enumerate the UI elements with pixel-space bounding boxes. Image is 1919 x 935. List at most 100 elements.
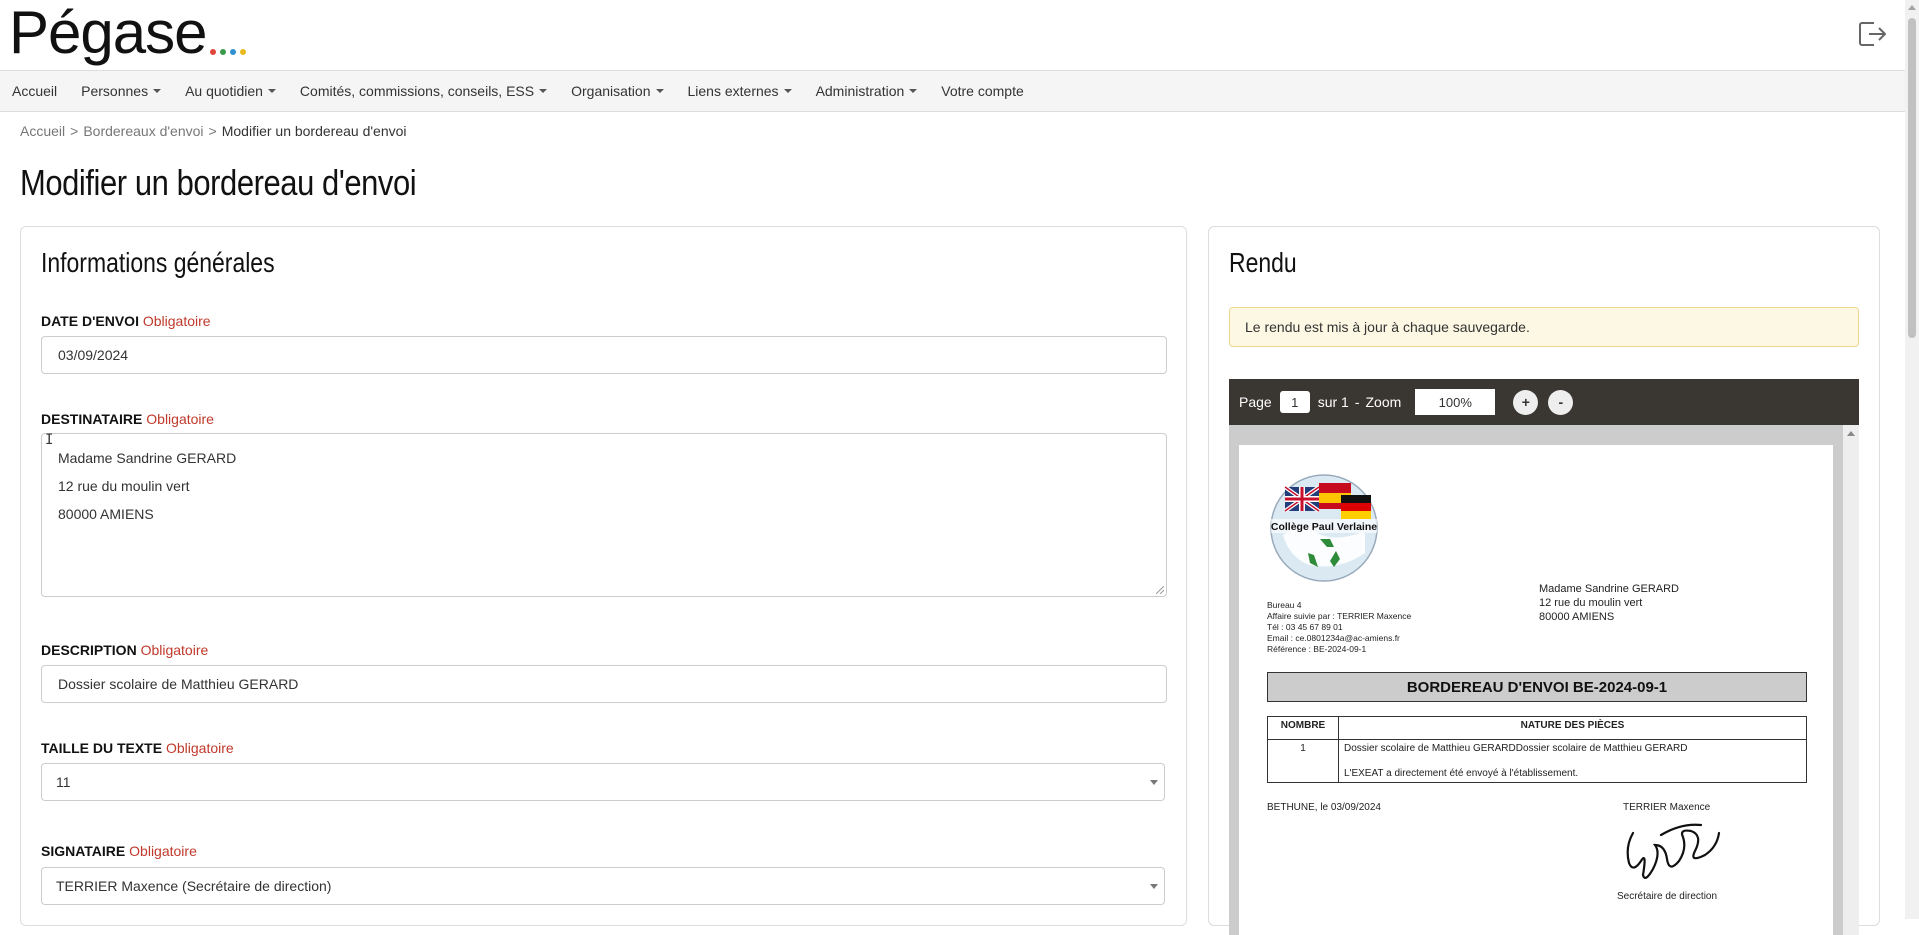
- breadcrumb-current: Modifier un bordereau d'envoi: [221, 123, 407, 139]
- breadcrumb: Accueil > Bordereaux d'envoi > Modifier un b…: [20, 123, 407, 139]
- page-label: Page: [1239, 394, 1272, 410]
- pdf-viewer[interactable]: Collège Paul Verlaine Madame Sandrine GE…: [1229, 425, 1859, 935]
- general-info-panel: Informations générales DATE D'ENVOI Obli…: [20, 226, 1187, 926]
- nav-item-label: Personnes: [81, 83, 149, 99]
- description-value: Dossier scolaire de Matthieu GERARD: [58, 676, 299, 692]
- description-input[interactable]: Dossier scolaire de Matthieu GERARD: [41, 665, 1167, 703]
- caret-down-icon: [783, 89, 792, 93]
- logo-dot: [229, 49, 236, 55]
- nav-item-7[interactable]: Votre compte: [929, 83, 1036, 99]
- logo-dot: [239, 49, 246, 55]
- nav-item-1[interactable]: Personnes: [69, 83, 173, 99]
- chevron-down-icon: [1150, 780, 1158, 785]
- app-logo[interactable]: Pégase: [9, 0, 246, 66]
- caret-down-icon: [153, 89, 162, 93]
- nav-item-6[interactable]: Administration: [804, 83, 930, 99]
- nav-item-4[interactable]: Organisation: [559, 83, 675, 99]
- nav-item-2[interactable]: Au quotidien: [173, 83, 288, 99]
- nav-item-label: Accueil: [12, 83, 58, 99]
- scroll-up-icon[interactable]: [1908, 5, 1916, 10]
- nav-item-label: Administration: [815, 83, 905, 99]
- resize-handle-icon[interactable]: [1156, 586, 1164, 594]
- doc-info-line: Référence : BE-2024-09-1: [1267, 644, 1367, 654]
- date-value: 03/09/2024: [58, 347, 129, 363]
- table-header-count: NOMBRE: [1267, 716, 1339, 740]
- breadcrumb-home[interactable]: Accueil: [20, 123, 65, 139]
- recipient-textarea[interactable]: Madame Sandrine GERARD 12 rue du moulin …: [41, 433, 1167, 597]
- caret-down-icon: [655, 89, 664, 93]
- table-cell-count: 1: [1267, 739, 1339, 783]
- page-scrollbar[interactable]: [1905, 0, 1919, 919]
- render-panel: Rendu Le rendu est mis à jour à chaque s…: [1208, 226, 1880, 935]
- description-label: DESCRIPTION Obligatoire: [41, 642, 208, 658]
- panel-title: Informations générales: [41, 247, 275, 278]
- text-size-label-text: TAILLE DU TEXTE: [41, 740, 163, 756]
- page-title: Modifier un bordereau d'envoi: [20, 162, 417, 203]
- pdf-page: Collège Paul Verlaine Madame Sandrine GE…: [1239, 445, 1833, 935]
- top-header: Pégase: [0, 0, 1905, 70]
- description-label-text: DESCRIPTION: [41, 642, 137, 658]
- caret-down-icon: [909, 89, 918, 93]
- nav-item-label: Au quotidien: [185, 83, 263, 99]
- table-header-row: NOMBRE NATURE DES PIÈCES: [1267, 716, 1807, 740]
- doc-info-line: Affaire suivie par : TERRIER Maxence: [1267, 611, 1412, 621]
- doc-signer-name: TERRIER Maxence: [1623, 802, 1711, 813]
- doc-info-line: Tél : 03 45 67 89 01: [1267, 622, 1343, 632]
- text-size-value: 11: [56, 774, 71, 790]
- required-marker: Obligatoire: [146, 411, 214, 427]
- school-logo: Collège Paul Verlaine: [1270, 474, 1378, 582]
- pdf-scrollbar[interactable]: [1843, 425, 1859, 935]
- required-marker: Obligatoire: [142, 313, 211, 329]
- page-number-input[interactable]: 1: [1279, 391, 1310, 413]
- zoom-input[interactable]: 100%: [1415, 389, 1496, 415]
- info-alert: Le rendu est mis à jour à chaque sauvega…: [1229, 307, 1859, 347]
- chevron-down-icon: [1150, 884, 1158, 889]
- date-label: DATE D'ENVOI Obligatoire: [41, 313, 211, 329]
- logo-dots: [209, 49, 246, 55]
- logo-text: Pégase: [9, 0, 207, 66]
- breadcrumb-separator: >: [208, 123, 217, 139]
- doc-recipient-address: Madame Sandrine GERARD 12 rue du moulin …: [1539, 582, 1679, 624]
- scroll-up-icon[interactable]: [1847, 431, 1855, 436]
- recipient-line: 80000 AMIENS: [58, 506, 154, 522]
- recipient-label-text: DESTINATAIRE: [41, 411, 143, 427]
- scrollbar-thumb[interactable]: [1908, 18, 1916, 338]
- breadcrumb-list[interactable]: Bordereaux d'envoi: [83, 123, 203, 139]
- toolbar-separator: -: [1354, 394, 1360, 410]
- zoom-out-button[interactable]: -: [1548, 389, 1574, 415]
- main-nav: Accueil Personnes Au quotidien Comités, com…: [0, 70, 1905, 112]
- required-marker: Obligatoire: [129, 843, 197, 859]
- nav-item-5[interactable]: Liens externes: [676, 83, 804, 99]
- panel-title: Rendu: [1229, 247, 1297, 278]
- text-size-label: TAILLE DU TEXTE Obligatoire: [41, 740, 234, 756]
- breadcrumb-separator: >: [70, 123, 79, 139]
- table-cell-nature: Dossier scolaire de Matthieu GERARDDossi…: [1338, 739, 1807, 783]
- logout-icon[interactable]: [1858, 20, 1888, 48]
- pdf-toolbar: Page 1 sur 1 - Zoom 100% + -: [1229, 379, 1859, 425]
- page-count: sur 1: [1317, 394, 1349, 410]
- doc-sender-info: Bureau 4 Affaire suivie par : TERRIER Ma…: [1267, 600, 1411, 655]
- logo-dot: [219, 49, 226, 55]
- recipient-line: Madame Sandrine GERARD: [58, 450, 237, 466]
- doc-address-line: 12 rue du moulin vert: [1539, 597, 1643, 609]
- table-cell-note: L'EXEAT a directement été envoyé à l'éta…: [1344, 768, 1579, 779]
- required-marker: Obligatoire: [165, 740, 234, 756]
- caret-down-icon: [539, 89, 548, 93]
- school-logo-text: Collège Paul Verlaine: [1271, 521, 1377, 533]
- table-row: 1 Dossier scolaire de Matthieu GERARDDos…: [1267, 739, 1807, 783]
- nav-item-3[interactable]: Comités, commissions, conseils, ESS: [288, 83, 559, 99]
- doc-info-line: Email : ce.0801234a@ac-amiens.fr: [1267, 633, 1400, 643]
- text-cursor-icon: I: [45, 432, 54, 448]
- nav-item-0[interactable]: Accueil: [0, 83, 69, 99]
- doc-info-line: Bureau 4: [1267, 600, 1302, 610]
- table-cell-desc: Dossier scolaire de Matthieu GERARDDossi…: [1344, 743, 1688, 754]
- table-header-nature: NATURE DES PIÈCES: [1338, 716, 1807, 740]
- text-size-select[interactable]: 11: [41, 763, 1165, 801]
- signature-image: [1626, 823, 1721, 879]
- zoom-in-button[interactable]: +: [1513, 389, 1539, 415]
- doc-city-date: BETHUNE, le 03/09/2024: [1267, 802, 1381, 813]
- recipient-label: DESTINATAIRE Obligatoire: [41, 411, 214, 427]
- date-input[interactable]: 03/09/2024: [41, 336, 1167, 374]
- signatory-select[interactable]: TERRIER Maxence (Secrétaire de direction…: [41, 867, 1165, 905]
- doc-items-table: NOMBRE NATURE DES PIÈCES 1 Dossier scola…: [1267, 716, 1807, 783]
